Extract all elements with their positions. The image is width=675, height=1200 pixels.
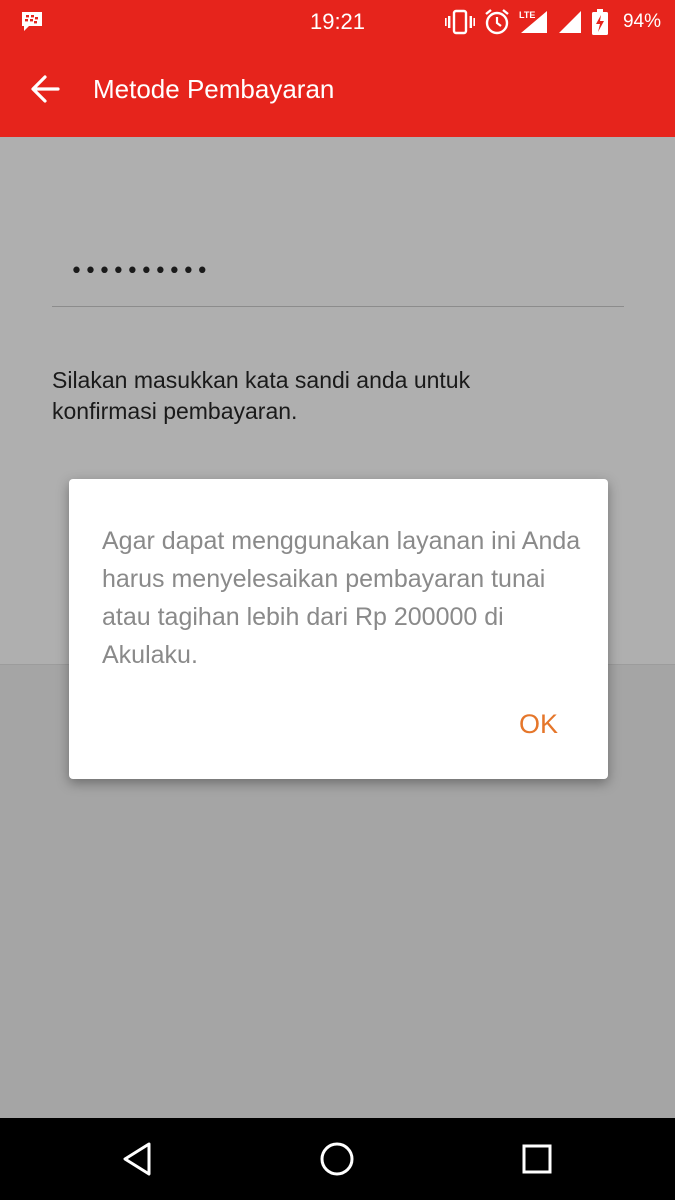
vibrate-icon <box>444 9 475 35</box>
lte-signal-icon: LTE <box>519 10 547 33</box>
back-triangle-icon <box>123 1142 151 1176</box>
navigation-bar <box>0 1118 675 1200</box>
nav-back-button[interactable] <box>116 1138 158 1180</box>
instruction-text: Silakan masukkan kata sandi anda untuk k… <box>52 367 471 424</box>
page-title: Metode Pembayaran <box>93 74 335 104</box>
nav-recents-button[interactable] <box>516 1138 558 1180</box>
svg-text:LTE: LTE <box>519 10 535 20</box>
app-bar: Metode Pembayaran <box>0 44 675 137</box>
battery-charging-icon <box>591 9 608 35</box>
alert-dialog: Agar dapat menggunakan layanan ini Anda … <box>69 479 608 779</box>
dialog-message: Agar dapat menggunakan layanan ini Anda … <box>102 527 581 669</box>
status-bar: 19:21 LTE 94% <box>0 0 675 44</box>
ok-button[interactable]: OK <box>511 705 566 744</box>
recents-square-icon <box>522 1144 552 1174</box>
home-circle-icon <box>320 1142 354 1176</box>
battery-percentage: 94% <box>622 11 661 32</box>
status-icons: LTE 94% <box>444 8 661 36</box>
nav-home-button[interactable] <box>316 1138 358 1180</box>
alarm-icon <box>485 9 509 35</box>
arrow-left-icon <box>31 75 60 103</box>
signal-icon <box>558 11 581 33</box>
password-input[interactable] <box>52 237 624 307</box>
back-button[interactable] <box>22 66 68 112</box>
